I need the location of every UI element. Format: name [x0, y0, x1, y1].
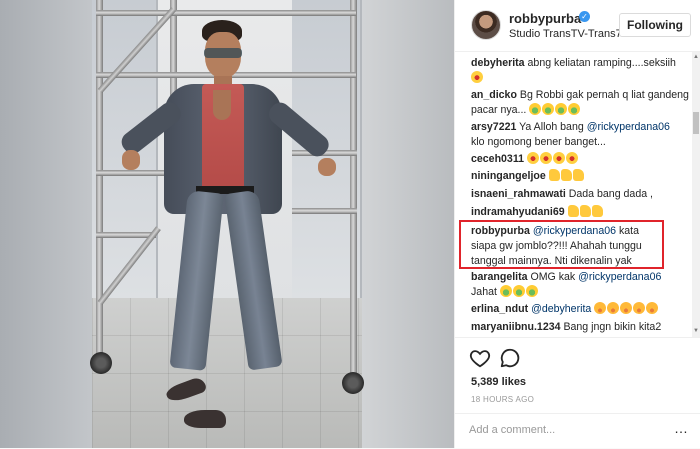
- grin-emoji-icon: [525, 285, 538, 297]
- comment-item: niningangeljoe: [471, 169, 689, 184]
- heart-eyes-emoji-icon: [526, 152, 539, 164]
- post-actions: 5,389 likes 18 HOURS AGO …: [455, 337, 700, 448]
- comment-username[interactable]: maryaniibnu.1234: [471, 321, 561, 333]
- comment-username[interactable]: isnaeni_rahmawati: [471, 188, 566, 200]
- grin-emoji-icon: [568, 103, 581, 115]
- comment-item: barangelita OMG kak @rickyperdana06 Jaha…: [471, 270, 689, 300]
- photo-left-hand: [122, 150, 140, 170]
- heart-eyes-emoji-icon: [539, 152, 552, 164]
- photo-chest: [213, 90, 231, 120]
- heart-eyes-emoji-icon: [565, 152, 578, 164]
- comment-list: debyherita abng keliatan ramping....seks…: [455, 52, 700, 337]
- grin-emoji-icon: [499, 285, 512, 297]
- sad-emoji-icon: [633, 302, 646, 314]
- comment-username[interactable]: erlina_ndut: [471, 303, 528, 315]
- verified-badge-icon: ✓: [579, 11, 590, 22]
- post-timestamp[interactable]: 18 HOURS AGO: [471, 395, 534, 404]
- thumbs-up-emoji-icon: [591, 205, 603, 217]
- comment-item: indramahyudani69: [471, 205, 689, 220]
- photo-sunglasses: [204, 48, 242, 58]
- photo-left-shoe: [164, 375, 208, 405]
- post-photo[interactable]: [0, 0, 454, 448]
- comment-item: erlina_ndut @debyherita: [471, 302, 689, 317]
- heart-eyes-emoji-icon: [471, 71, 483, 83]
- heart-eyes-emoji-icon: [552, 152, 565, 164]
- highlight-box: [459, 220, 664, 269]
- photo-right-hand: [318, 158, 336, 176]
- comment-text: OMG kak: [530, 271, 576, 283]
- photo-left-leg: [169, 190, 224, 371]
- comment-username[interactable]: an_dicko: [471, 89, 517, 101]
- speech-bubble-icon[interactable]: [499, 347, 521, 369]
- photo-image: [90, 0, 364, 448]
- scrollbar-thumb[interactable]: [693, 112, 699, 134]
- post-username[interactable]: robbypurba: [509, 11, 581, 26]
- more-options-icon[interactable]: …: [674, 420, 689, 436]
- avatar[interactable]: [471, 10, 501, 40]
- photo-man: [92, 0, 362, 448]
- post-location[interactable]: Studio TransTV-Trans7: [509, 28, 622, 40]
- comment-item: arsy7221 Ya Alloh bang @rickyperdana06 k…: [471, 120, 689, 150]
- sad-emoji-icon: [594, 302, 607, 314]
- scroll-up-arrow-icon[interactable]: ▲: [693, 54, 699, 60]
- grin-emoji-icon: [542, 103, 555, 115]
- add-comment-bar: …: [455, 413, 700, 449]
- likes-count[interactable]: 5,389 likes: [471, 376, 526, 388]
- photo-right-leg: [224, 189, 283, 371]
- sad-emoji-icon: [620, 302, 633, 314]
- comment-username[interactable]: debyherita: [471, 57, 525, 69]
- photo-right-shoe: [184, 410, 226, 428]
- heart-outline-icon[interactable]: [469, 347, 491, 369]
- grin-emoji-icon: [555, 103, 568, 115]
- comment-item: maryaniibnu.1234 Bang jngn bikin kita2 n…: [471, 320, 689, 337]
- comment-username[interactable]: ceceh0311: [471, 153, 524, 165]
- comment-input[interactable]: [469, 424, 669, 436]
- comment-item: an_dicko Bg Robbi gak pernah q liat gand…: [471, 88, 689, 118]
- comment-text: Dada bang dada ,: [568, 188, 653, 200]
- sad-emoji-icon: [607, 302, 620, 314]
- comment-item: ceceh0311: [471, 152, 689, 167]
- comment-mention[interactable]: @rickyperdana06: [587, 121, 670, 133]
- grin-emoji-icon: [529, 103, 542, 115]
- sad-emoji-icon: [646, 302, 659, 314]
- comment-item: debyherita abng keliatan ramping....seks…: [471, 56, 689, 86]
- following-button[interactable]: Following: [619, 13, 691, 37]
- comment-item: isnaeni_rahmawati Dada bang dada ,: [471, 187, 689, 202]
- comment-text: Jahat: [471, 286, 497, 298]
- scroll-down-arrow-icon[interactable]: ▼: [693, 328, 699, 334]
- comment-text: Ya Alloh bang: [519, 121, 584, 133]
- comment-username[interactable]: barangelita: [471, 271, 528, 283]
- thumbs-up-emoji-icon: [560, 169, 572, 181]
- thumbs-up-emoji-icon: [567, 205, 579, 217]
- thumbs-up-emoji-icon: [548, 169, 560, 181]
- thumbs-up-emoji-icon: [579, 205, 591, 217]
- comment-text: abng keliatan ramping....seksiih: [527, 57, 676, 69]
- comment-username[interactable]: niningangeljoe: [471, 170, 546, 182]
- comment-username[interactable]: indramahyudani69: [471, 206, 565, 218]
- grin-emoji-icon: [512, 285, 525, 297]
- comment-text: klo ngomong bener banget...: [471, 136, 606, 148]
- comment-scrollbar[interactable]: [692, 52, 700, 337]
- thumbs-up-emoji-icon: [572, 169, 584, 181]
- comment-username[interactable]: arsy7221: [471, 121, 516, 133]
- comment-mention[interactable]: @rickyperdana06: [578, 271, 661, 283]
- comment-mention[interactable]: @debyherita: [531, 303, 591, 315]
- post-header: robbypurba ✓ Studio TransTV-Trans7 Follo…: [455, 0, 700, 52]
